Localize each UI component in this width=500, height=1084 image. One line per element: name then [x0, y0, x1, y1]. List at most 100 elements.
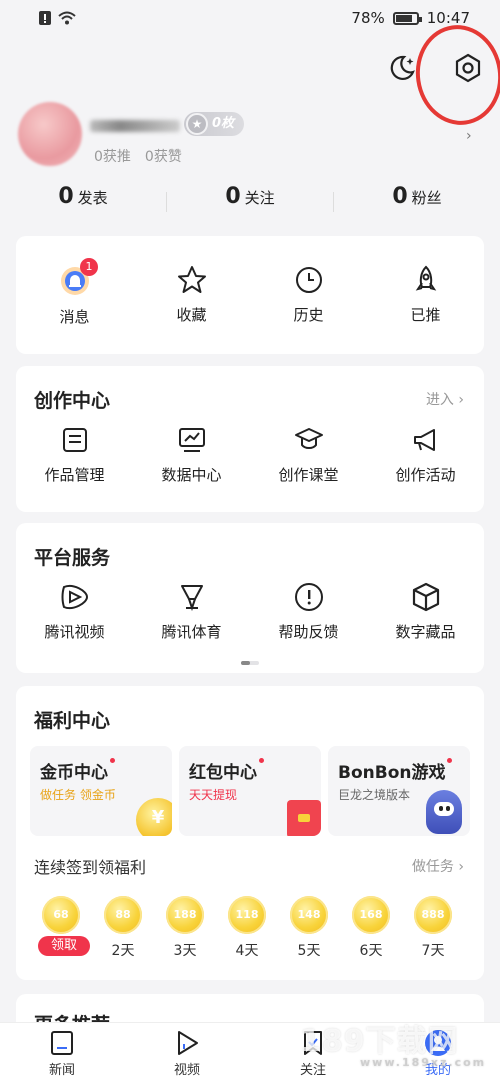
sign-in-coin[interactable]: 148	[290, 896, 328, 934]
sign-in-day-label: 4天	[235, 943, 259, 959]
star-outline-icon	[177, 266, 206, 293]
sign-in-day-label: 6天	[359, 943, 383, 959]
folder-icon	[62, 428, 87, 452]
yen-coin-icon: ¥	[136, 798, 172, 836]
creation-center-card: 创作中心 进入 › 作品管理 数据中心 创作课堂 创作活动	[16, 366, 484, 512]
red-packet-center-card[interactable]: 红包中心 天天提现	[179, 746, 321, 836]
quick-messages-label: 消息	[59, 308, 90, 326]
avatar[interactable]	[18, 102, 82, 166]
sign-in-coin[interactable]: 88	[104, 896, 142, 934]
quick-actions-card: 消息 1 收藏 历史 已推	[16, 236, 484, 354]
tencent-sports-label: 腾讯体育	[161, 623, 222, 641]
quick-recommended[interactable]: 已推	[367, 264, 484, 327]
exclamation-circle-icon	[294, 583, 323, 611]
sign-in-day-label: 2天	[111, 943, 135, 959]
data-center[interactable]: 数据中心	[133, 424, 250, 485]
game-mascot-icon	[426, 790, 462, 834]
sign-in-coin[interactable]: 68	[42, 896, 80, 934]
tab-video-label: 视频	[173, 1063, 200, 1078]
trophy-icon	[180, 585, 203, 612]
coin-center-title: 金币中心	[40, 763, 108, 783]
clock: 10:47	[426, 9, 470, 27]
platform-services-card: 平台服务 腾讯视频 腾讯体育 帮助反馈 数字藏品	[16, 523, 484, 673]
works-management[interactable]: 作品管理	[16, 424, 133, 485]
help-feedback[interactable]: 帮助反馈	[250, 581, 367, 642]
data-center-label: 数据中心	[161, 466, 222, 484]
tab-news[interactable]: 新闻	[32, 1029, 92, 1078]
coin-center-card[interactable]: 金币中心 做任务 领金币 ¥	[30, 746, 172, 836]
coin-center-sub: 做任务 领金币	[40, 788, 116, 802]
quick-messages[interactable]: 消息 1	[16, 258, 133, 327]
sign-in-title: 连续签到领福利	[34, 858, 147, 877]
creation-enter-link[interactable]: 进入 ›	[426, 389, 464, 409]
graduation-cap-icon	[294, 428, 323, 449]
star-icon: ★	[186, 113, 208, 135]
creation-activity[interactable]: 创作活动	[367, 424, 484, 485]
battery-icon	[392, 11, 422, 25]
creation-classroom[interactable]: 创作课堂	[250, 424, 367, 485]
platform-services-title: 平台服务	[34, 547, 111, 569]
chart-icon	[178, 428, 205, 452]
bonbon-game-title: BonBon游戏	[338, 763, 446, 783]
welfare-center-card: 福利中心 金币中心 做任务 领金币 ¥ 红包中心 天天提现 BonBon游戏 巨…	[16, 686, 484, 980]
tencent-video-icon	[61, 585, 88, 609]
creation-center-title: 创作中心	[34, 390, 111, 412]
sign-in-day-label: 5天	[297, 943, 321, 959]
status-bar: 78% 10:47	[0, 0, 500, 38]
profile-substats: 0获推 0获赞	[94, 146, 182, 166]
help-feedback-label: 帮助反馈	[278, 623, 339, 641]
claim-button[interactable]: 领取	[38, 936, 90, 956]
clock-icon	[295, 267, 322, 293]
counter-fans[interactable]: 0 粉丝	[334, 184, 500, 209]
bonbon-game-sub: 巨龙之境版本	[338, 788, 411, 802]
digital-collectibles[interactable]: 数字藏品	[367, 581, 484, 642]
message-count-badge: 1	[80, 258, 98, 276]
chevron-right-icon[interactable]: ›	[466, 128, 472, 144]
bonbon-game-card[interactable]: BonBon游戏 巨龙之境版本	[328, 746, 470, 836]
counters: 0 发表 0 关注 0 粉丝	[0, 184, 500, 224]
quick-recommended-label: 已推	[410, 306, 441, 324]
sign-in-coin[interactable]: 118	[228, 896, 266, 934]
tencent-sports[interactable]: 腾讯体育	[133, 581, 250, 642]
tencent-video-label: 腾讯视频	[44, 623, 105, 641]
cube-icon	[412, 582, 439, 612]
wifi-icon	[58, 11, 76, 29]
sign-in-coin[interactable]: 188	[166, 896, 204, 934]
megaphone-icon	[413, 429, 435, 451]
red-envelope-icon	[287, 800, 321, 836]
tab-video[interactable]: 视频	[157, 1029, 217, 1078]
night-mode-icon[interactable]	[386, 52, 418, 84]
works-management-label: 作品管理	[44, 466, 105, 484]
app-root: 78% 10:47 ★ 0枚 0获推 0获赞 › 0 发表 0 关注 0 粉丝 消息	[0, 0, 500, 1084]
coin-badge-label: 0枚	[212, 116, 235, 131]
battery-percent: 78%	[351, 9, 385, 27]
digital-collectibles-label: 数字藏品	[395, 623, 456, 641]
red-packet-center-title: 红包中心	[189, 763, 257, 783]
quick-favorites-label: 收藏	[176, 306, 207, 324]
recommended-count: 0获推	[94, 149, 131, 165]
play-icon	[178, 1031, 198, 1055]
tencent-video[interactable]: 腾讯视频	[16, 581, 133, 642]
page-indicator	[241, 661, 259, 665]
welfare-center-title: 福利中心	[34, 710, 111, 732]
sign-in-coin[interactable]: 168	[352, 896, 390, 934]
tab-news-label: 新闻	[48, 1063, 75, 1078]
username-blurred	[90, 120, 180, 132]
creation-activity-label: 创作活动	[395, 466, 456, 484]
news-icon	[51, 1031, 73, 1055]
sign-in-day-label: 7天	[421, 943, 445, 959]
do-tasks-link[interactable]: 做任务 ›	[412, 856, 464, 876]
red-packet-center-sub: 天天提现	[189, 788, 238, 802]
coin-badge[interactable]: ★ 0枚	[184, 112, 245, 136]
likes-count: 0获赞	[144, 149, 182, 165]
rocket-icon	[415, 265, 436, 291]
sign-in-coin[interactable]: 888	[414, 896, 452, 934]
notification-icon	[38, 10, 52, 30]
sign-in-day-label: 3天	[173, 943, 197, 959]
battery-fill	[395, 14, 412, 22]
quick-favorites[interactable]: 收藏	[133, 264, 250, 327]
creation-classroom-label: 创作课堂	[278, 466, 339, 484]
counter-posts[interactable]: 0 发表	[0, 184, 166, 209]
quick-history[interactable]: 历史	[250, 264, 367, 327]
counter-following[interactable]: 0 关注	[167, 184, 333, 209]
